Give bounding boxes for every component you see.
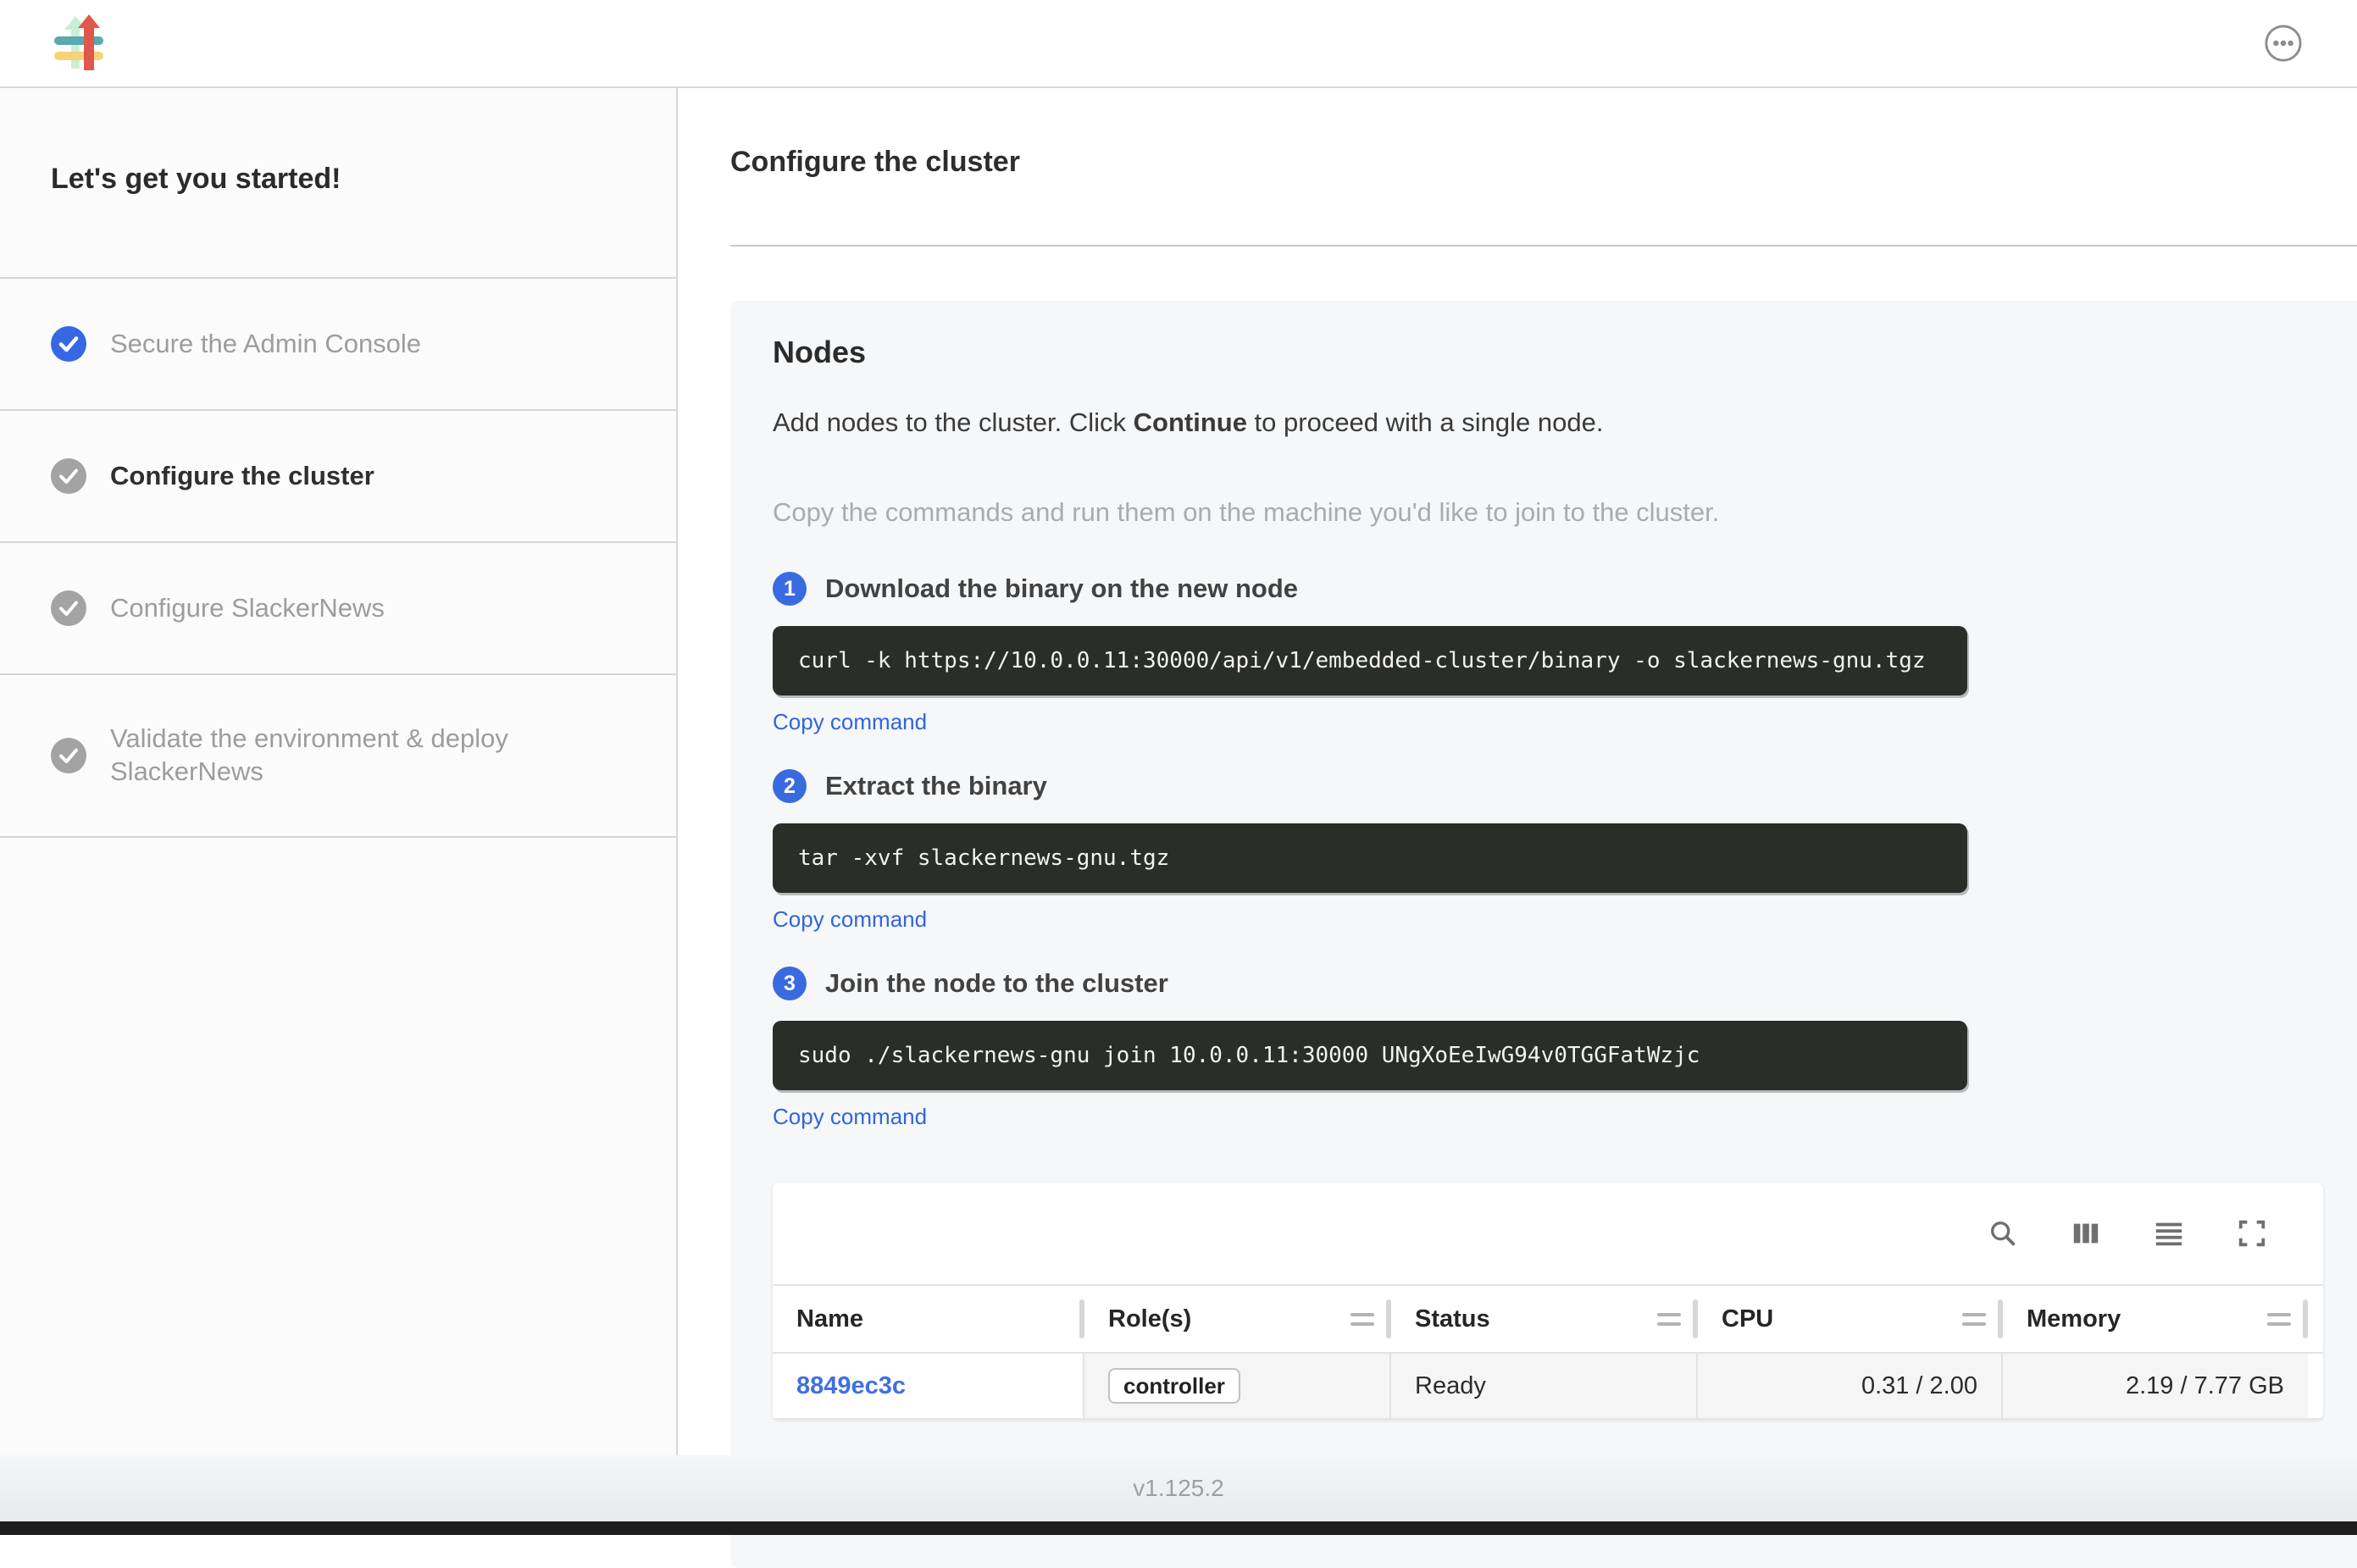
footer: v1.125.2 [0,1455,2357,1521]
sidebar-title: Let's get you started! [0,88,676,277]
column-header-label: Memory [2027,1305,2121,1333]
density-icon[interactable] [2152,1216,2186,1250]
column-header-memory[interactable]: Memory [2003,1286,2308,1352]
setup-steps-sidebar: Let's get you started! Secure the Admin … [0,88,678,1455]
sidebar-item-configure-cluster[interactable]: Configure the cluster [0,411,676,541]
step-1-copy-command-link[interactable]: Copy command [773,709,927,735]
check-circle-complete-icon [51,326,86,362]
divider [0,836,676,838]
cell-node-memory: 2.19 / 7.77 GB [2003,1354,2308,1418]
copy-commands-hint: Copy the commands and run them on the ma… [773,497,2323,528]
intro-continue-emphasis: Continue [1134,407,1247,437]
slackernews-logo-icon [53,14,107,72]
cpu-value: 0.31 / 2.00 [1861,1372,1977,1400]
step-3-command-box: sudo ./slackernews-gnu join 10.0.0.11:30… [773,1021,1967,1090]
column-header-cpu[interactable]: CPU [1698,1286,2003,1352]
cell-node-roles: controller [1084,1354,1391,1418]
column-header-name[interactable]: Name [773,1286,1084,1352]
step-3-header: 3 Join the node to the cluster [773,967,2323,1000]
intro-text: Add nodes to the cluster. Click [773,407,1134,437]
top-bar [0,0,2357,88]
column-header-label: Role(s) [1108,1305,1191,1333]
cell-node-name: 8849ec3c [773,1354,1084,1418]
nodes-heading: Nodes [773,335,2323,370]
memory-value: 2.19 / 7.77 GB [2126,1372,2284,1400]
fullscreen-icon[interactable] [2235,1216,2269,1250]
main-content: Configure the cluster Nodes Add nodes to… [678,88,2357,1455]
step-2-command: tar -xvf slackernews-gnu.tgz [798,845,1169,871]
divider [730,245,2357,247]
cell-node-status: Ready [1391,1354,1698,1418]
version-label: v1.125.2 [1133,1475,1223,1502]
column-resize-handle[interactable] [2303,1299,2308,1338]
sidebar-item-label: Validate the environment & deploy Slacke… [110,723,585,789]
step-1-number-badge: 1 [773,572,807,606]
nodes-card: Nodes Add nodes to the cluster. Click Co… [730,301,2357,1568]
nodes-table-panel: Name Role(s) Status [773,1183,2323,1420]
table-header-row: Name Role(s) Status [773,1286,2323,1354]
check-circle-pending-icon [51,738,86,773]
step-3-command: sudo ./slackernews-gnu join 10.0.0.11:30… [798,1043,1700,1068]
step-2-number-badge: 2 [773,769,807,803]
step-2-title: Extract the binary [825,771,1047,801]
sidebar-item-configure-slackernews[interactable]: Configure SlackerNews [0,543,676,673]
column-menu-icon[interactable] [1350,1313,1374,1326]
bottom-edge-bar [0,1521,2357,1535]
sidebar-item-label: Configure SlackerNews [110,592,385,625]
nodes-table-toolbar [773,1183,2323,1286]
step-2-header: 2 Extract the binary [773,769,2323,803]
column-header-label: CPU [1722,1305,1773,1333]
step-3-title: Join the node to the cluster [825,968,1168,999]
sidebar-item-label: Configure the cluster [110,460,374,493]
check-circle-pending-icon [51,458,86,494]
ellipsis-icon [2264,24,2303,63]
step-1-command-box: curl -k https://10.0.0.11:30000/api/v1/e… [773,626,1967,695]
role-badge: controller [1108,1368,1240,1404]
intro-text: to proceed with a single node. [1247,407,1604,437]
table-row: 8849ec3c controller Ready 0.31 / 2.00 2.… [773,1354,2323,1420]
column-header-label: Name [796,1305,863,1333]
step-1-header: 1 Download the binary on the new node [773,572,2323,606]
column-menu-icon[interactable] [2267,1313,2291,1326]
node-name-link[interactable]: 8849ec3c [796,1372,906,1400]
nodes-intro: Add nodes to the cluster. Click Continue… [773,407,2323,438]
column-header-label: Status [1415,1305,1490,1333]
step-3-copy-command-link[interactable]: Copy command [773,1104,927,1130]
sidebar-item-validate-deploy[interactable]: Validate the environment & deploy Slacke… [0,675,676,836]
column-menu-icon[interactable] [1657,1313,1681,1326]
more-options-button[interactable] [2262,22,2304,64]
step-2-copy-command-link[interactable]: Copy command [773,906,927,933]
check-circle-pending-icon [51,590,86,626]
column-header-status[interactable]: Status [1391,1286,1698,1352]
sidebar-item-label: Secure the Admin Console [110,328,421,361]
column-header-roles[interactable]: Role(s) [1084,1286,1391,1352]
page-title: Configure the cluster [730,146,2357,179]
step-2-command-box: tar -xvf slackernews-gnu.tgz [773,823,1967,893]
step-1-command: curl -k https://10.0.0.11:30000/api/v1/e… [798,648,1926,673]
step-3-number-badge: 3 [773,967,807,1000]
column-menu-icon[interactable] [1962,1313,1986,1326]
columns-icon[interactable] [2069,1216,2103,1250]
step-1-title: Download the binary on the new node [825,573,1298,604]
search-icon[interactable] [1986,1216,2020,1250]
status-text: Ready [1415,1372,1486,1400]
sidebar-item-secure-admin-console[interactable]: Secure the Admin Console [0,279,676,409]
cell-node-cpu: 0.31 / 2.00 [1698,1354,2003,1418]
